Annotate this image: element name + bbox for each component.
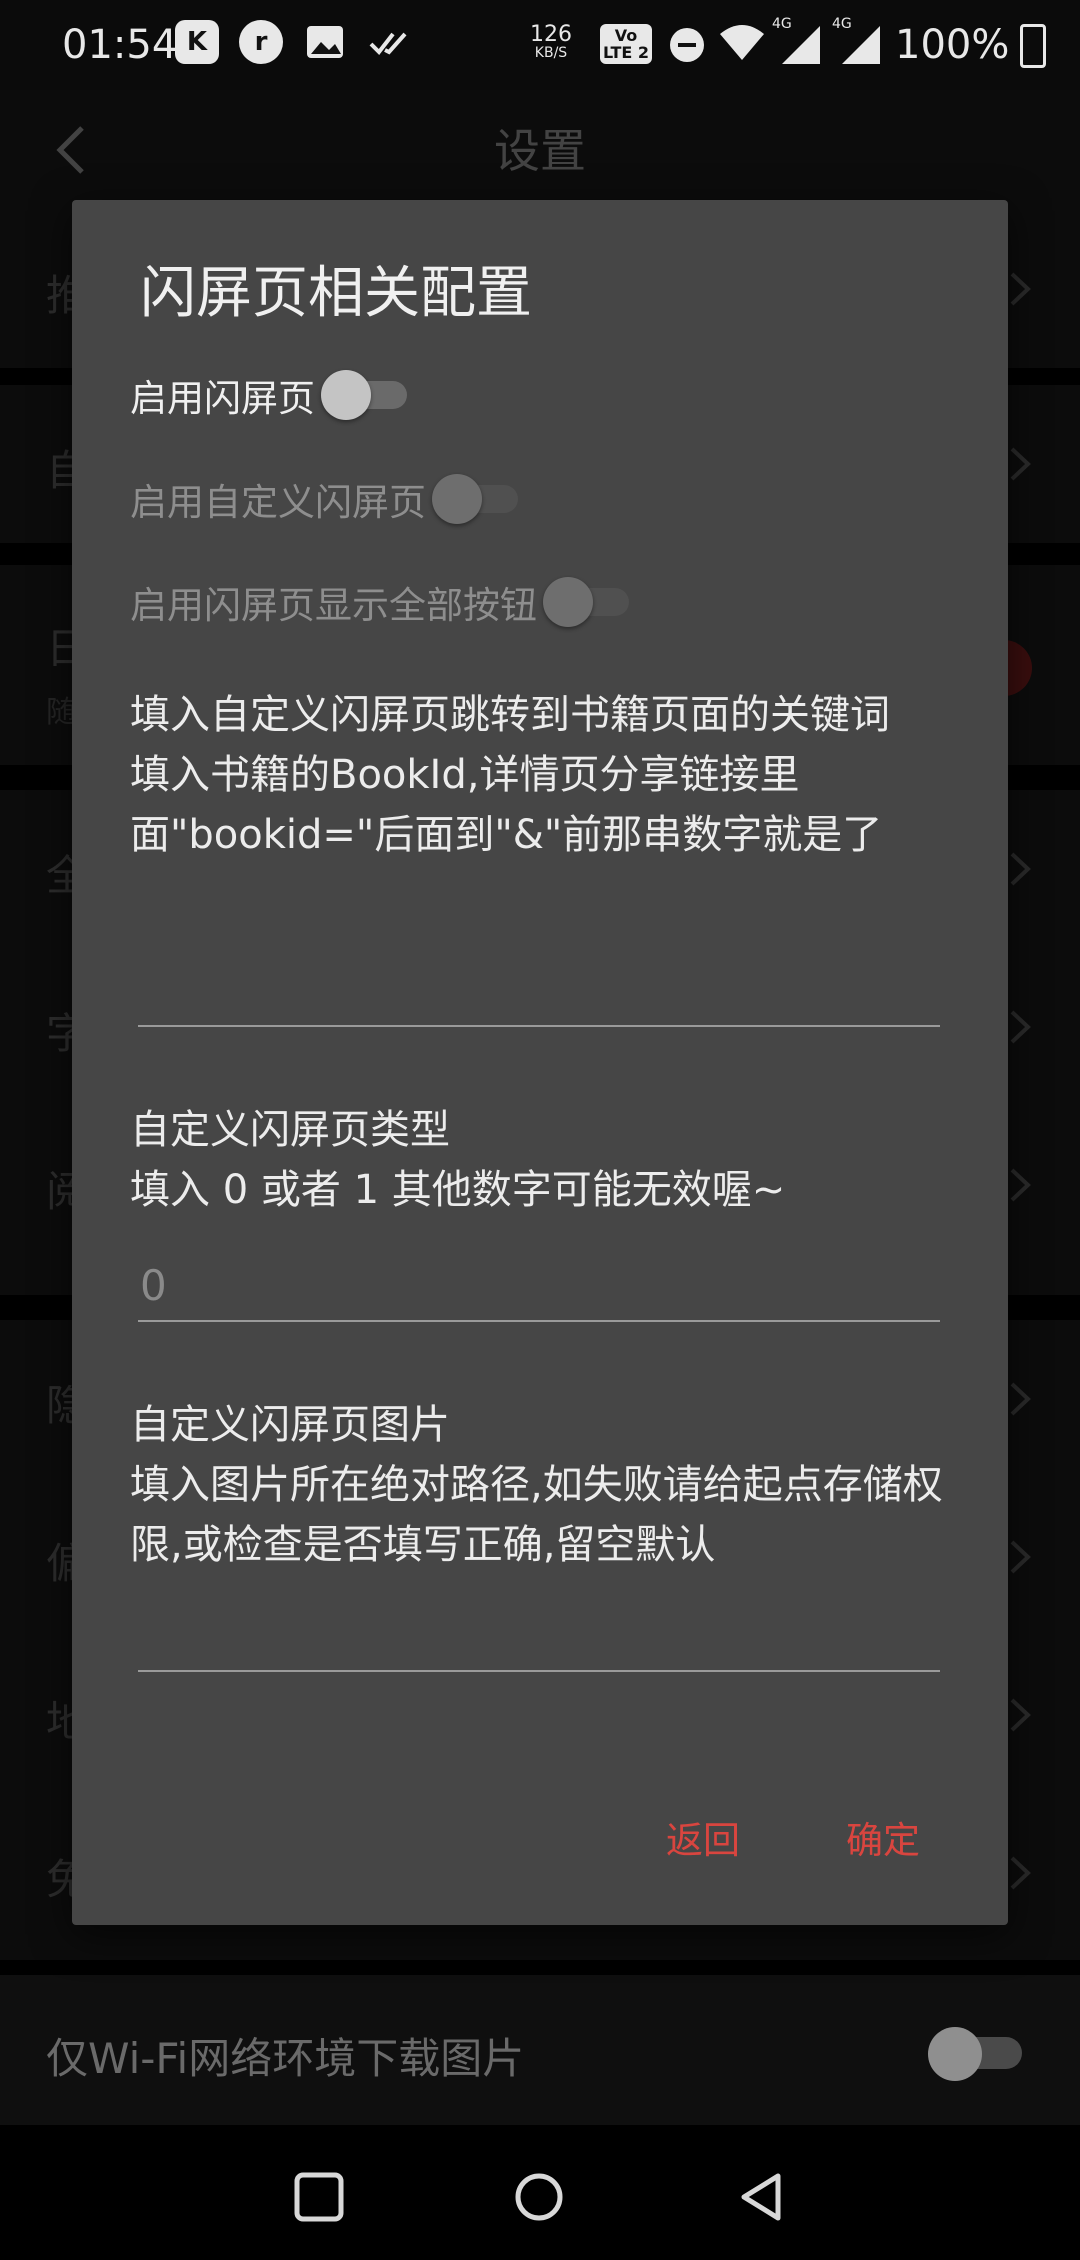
app-icon: r <box>239 20 283 64</box>
status-time: 01:54 <box>62 22 178 68</box>
recents-square-icon[interactable] <box>292 2170 346 2224</box>
dialog-title: 闪屏页相关配置 <box>140 261 532 326</box>
confirm-button[interactable]: 确定 <box>846 1810 920 1864</box>
switch-enable-splash-row[interactable]: 启用闪屏页 <box>130 368 411 422</box>
do-not-disturb-icon <box>670 28 704 62</box>
switch-show-all-buttons-label: 启用闪屏页显示全部按钮 <box>130 584 537 627</box>
image-icon <box>303 20 347 64</box>
switch-custom-splash <box>432 474 522 524</box>
back-triangle-icon[interactable] <box>734 2170 788 2224</box>
switch-show-all-buttons-row: 启用闪屏页显示全部按钮 <box>130 575 633 629</box>
switch-knob <box>321 370 371 420</box>
switch-show-all-buttons <box>543 577 633 627</box>
net-speed: 126 KB/S <box>530 22 572 62</box>
signal-1-label: 4G <box>772 16 792 32</box>
image-path-input[interactable] <box>138 1600 944 1670</box>
battery-percent: 100% <box>895 22 1010 68</box>
signal-1-icon: 4G <box>772 16 822 70</box>
doublecheck-icon <box>367 20 411 64</box>
splash-config-dialog: 闪屏页相关配置 启用闪屏页 启用自定义闪屏页 启用闪屏页显示全部按钮 填入自定义… <box>72 200 1008 1925</box>
bookid-input[interactable] <box>138 955 944 1025</box>
cancel-button[interactable]: 返回 <box>666 1810 740 1864</box>
signal-2-label: 4G <box>832 16 852 32</box>
home-circle-icon[interactable] <box>512 2170 566 2224</box>
notification-icons: K r <box>175 20 411 64</box>
volte-bottom: LTE 2 <box>602 43 650 62</box>
keymagic-icon: K <box>175 20 219 64</box>
switch-enable-splash-label: 启用闪屏页 <box>130 377 315 420</box>
net-speed-unit: KB/S <box>534 45 568 61</box>
wifi-only-images-label: 仅Wi-Fi网络环境下载图片 <box>46 2034 525 2083</box>
net-speed-value: 126 <box>530 22 572 47</box>
switch-custom-splash-row: 启用自定义闪屏页 <box>130 472 522 526</box>
switch-custom-splash-label: 启用自定义闪屏页 <box>130 481 426 524</box>
wifi-icon <box>718 22 766 66</box>
navigation-bar <box>0 2135 1080 2260</box>
bookid-description: 填入自定义闪屏页跳转到书籍页面的关键词 填入书籍的BookId,详情页分享链接里… <box>130 692 890 858</box>
image-path-field[interactable] <box>138 1600 944 1672</box>
status-bar: 01:54 K r 126 KB/S Vo LTE 2 4G 4G 100% <box>0 0 1080 90</box>
type-description: 自定义闪屏页类型 填入 0 或者 1 其他数字可能无效喔~ <box>130 1107 786 1213</box>
image-description: 自定义闪屏页图片 填入图片所在绝对路径,如失败请给起点存储权限,或检查是否填写正… <box>130 1402 943 1568</box>
type-input[interactable] <box>138 1250 944 1320</box>
switch-enable-splash[interactable] <box>321 370 411 420</box>
signal-2-icon: 4G <box>832 16 882 70</box>
switch-knob <box>543 577 593 627</box>
volte-top: Vo <box>614 26 638 45</box>
battery-icon <box>1020 24 1046 68</box>
wifi-only-images-row[interactable]: 仅Wi-Fi网络环境下载图片 <box>0 1975 1080 2125</box>
bookid-field[interactable] <box>138 955 944 1027</box>
toggle-knob <box>928 2027 982 2081</box>
type-field[interactable] <box>138 1250 944 1322</box>
switch-knob <box>432 474 482 524</box>
wifi-only-images-toggle[interactable] <box>928 2027 1024 2081</box>
volte-icon: Vo LTE 2 <box>600 24 652 64</box>
